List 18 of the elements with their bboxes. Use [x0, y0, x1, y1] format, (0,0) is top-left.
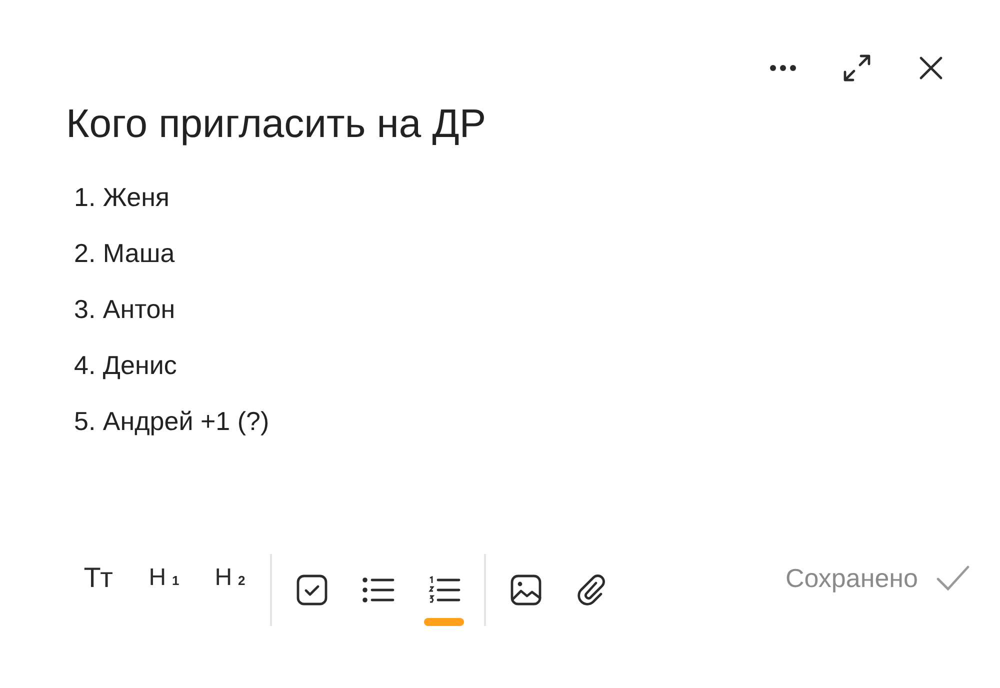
checkmark-icon	[936, 565, 970, 591]
list-item: 2. Маша	[74, 237, 175, 270]
list-item: 1. Женя	[74, 181, 170, 214]
bullet-list-icon	[361, 575, 395, 605]
checkbox-icon	[295, 573, 329, 607]
heading-button[interactable]: H 2	[202, 542, 258, 614]
list-item: 4. Денис	[74, 349, 177, 382]
image-icon	[509, 573, 543, 607]
saved-status: Сохранено	[785, 562, 918, 594]
list-item: 3. Антон	[74, 293, 176, 326]
more-icon	[769, 64, 797, 72]
list-item: 5. Андрей +1 (?)	[74, 405, 270, 438]
expand-icon	[842, 53, 872, 83]
close-icon	[919, 56, 943, 80]
note-title: Кого пригласить на ДР	[66, 101, 486, 148]
text-style-button[interactable]: Тт	[70, 542, 126, 614]
numbered-list-icon	[427, 575, 461, 605]
heading-button[interactable]: H 1	[136, 542, 192, 614]
